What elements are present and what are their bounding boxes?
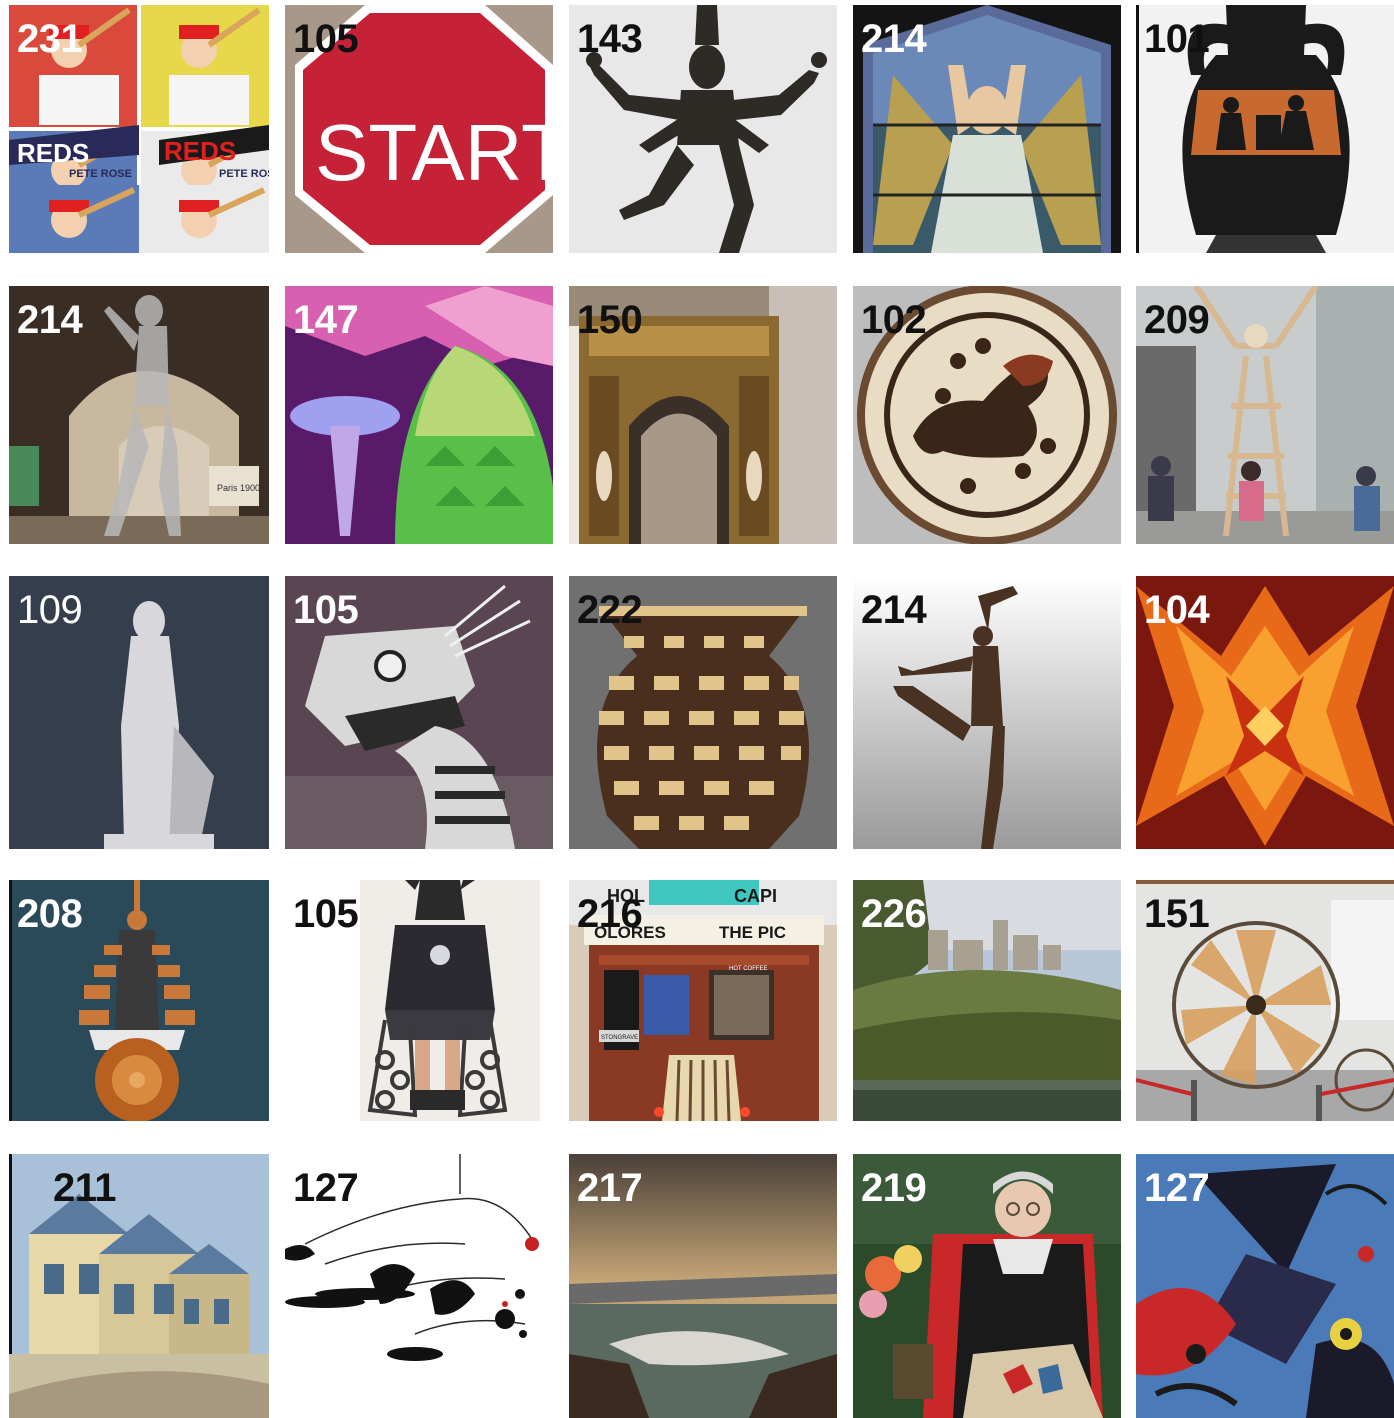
marquee-capi: CAPI <box>734 886 777 906</box>
artwork-tile-stained-glass[interactable]: 214 <box>853 5 1121 253</box>
room-number: 147 <box>293 298 359 342</box>
artwork-tile-dancing-deity[interactable]: 143 <box>569 5 837 253</box>
room-number: 109 <box>17 588 83 632</box>
room-number: 104 <box>1144 588 1210 632</box>
room-number: 211 <box>53 1166 117 1210</box>
pete-rose-text-1: PETE ROSE <box>69 168 132 180</box>
room-number: 231 <box>17 17 83 61</box>
artwork-tile-copper-robot[interactable]: 208 <box>9 880 269 1121</box>
artwork-tile-lion-plate[interactable]: 102 <box>853 286 1121 544</box>
room-number: 209 <box>1144 298 1210 342</box>
artwork-tile-gilded-arch[interactable]: 150 <box>569 286 837 544</box>
artwork-tile-wooden-figure[interactable]: 209 <box>1136 286 1394 544</box>
artwork-tile-start-sign[interactable]: START 105 <box>285 5 553 253</box>
room-number: 222 <box>577 588 643 632</box>
artwork-tile-abstract-painting[interactable]: 127 <box>1136 1154 1394 1418</box>
artwork-tile-origami-installation[interactable]: 147 <box>285 286 553 544</box>
room-number: 219 <box>861 1166 927 1210</box>
artwork-tile-hanging-mobile[interactable]: 127 <box>285 1154 553 1418</box>
artwork-tile-dragon-puppet[interactable]: 105 <box>285 576 553 849</box>
artwork-tile-houses-painting[interactable]: 211 <box>9 1154 269 1418</box>
artwork-tile-glowing-star[interactable]: 104 <box>1136 576 1394 849</box>
room-number: 105 <box>293 17 359 61</box>
truck-plate-text: STONGRAVE <box>601 1035 638 1041</box>
pete-rose-text-2: PETE ROSE <box>219 168 269 180</box>
artwork-tile-pop-art-baseball[interactable]: REDS REDS PETE ROSE PETE ROSE 231 <box>9 5 269 253</box>
artwork-tile-glass-figure[interactable]: Paris 1900 214 <box>9 286 269 544</box>
artwork-tile-bronze-dancer[interactable]: 214 <box>853 576 1121 849</box>
room-number: 217 <box>577 1166 643 1210</box>
artwork-tile-armored-costume[interactable]: 105 <box>285 880 553 1121</box>
room-number: 226 <box>861 892 927 936</box>
artwork-tile-theater-truck[interactable]: HOL CAPI OLORES THE PIC HOT COFFEE STONG… <box>569 880 837 1121</box>
room-number: 127 <box>293 1166 359 1210</box>
room-number: 127 <box>1144 1166 1210 1210</box>
artwork-tile-amphora[interactable]: 101 <box>1136 5 1394 253</box>
marquee-the-pic: THE PIC <box>719 923 786 942</box>
room-number: 150 <box>577 298 643 342</box>
artwork-tile-stormy-coast[interactable]: 217 <box>569 1154 837 1418</box>
artwork-tile-woven-vase[interactable]: 222 <box>569 576 837 849</box>
room-number: 151 <box>1144 892 1210 936</box>
paris-1900-sign: Paris 1900 <box>217 483 260 493</box>
room-number: 105 <box>293 588 359 632</box>
artwork-tile-venus-statue[interactable]: 109 <box>9 576 269 849</box>
artwork-tile-spinning-wheel[interactable]: 151 <box>1136 880 1394 1121</box>
houses-painting-icon <box>9 1154 269 1418</box>
room-number: 214 <box>861 17 927 61</box>
room-number: 101 <box>1144 17 1210 61</box>
start-text: START <box>315 108 553 197</box>
artwork-tile-woman-portrait[interactable]: 219 <box>853 1154 1121 1418</box>
reds-text-1: REDS <box>17 138 89 168</box>
room-number: 214 <box>861 588 927 632</box>
hot-coffee-sign: HOT COFFEE <box>729 966 768 972</box>
room-number: 208 <box>17 892 83 936</box>
room-number: 214 <box>17 298 83 342</box>
room-number: 143 <box>577 17 643 61</box>
room-number: 105 <box>293 892 359 936</box>
reds-text-2: REDS <box>164 136 236 166</box>
artwork-tile-castle-landscape[interactable]: 226 <box>853 880 1121 1121</box>
room-number: 102 <box>861 298 927 342</box>
room-number: 216 <box>577 892 643 936</box>
